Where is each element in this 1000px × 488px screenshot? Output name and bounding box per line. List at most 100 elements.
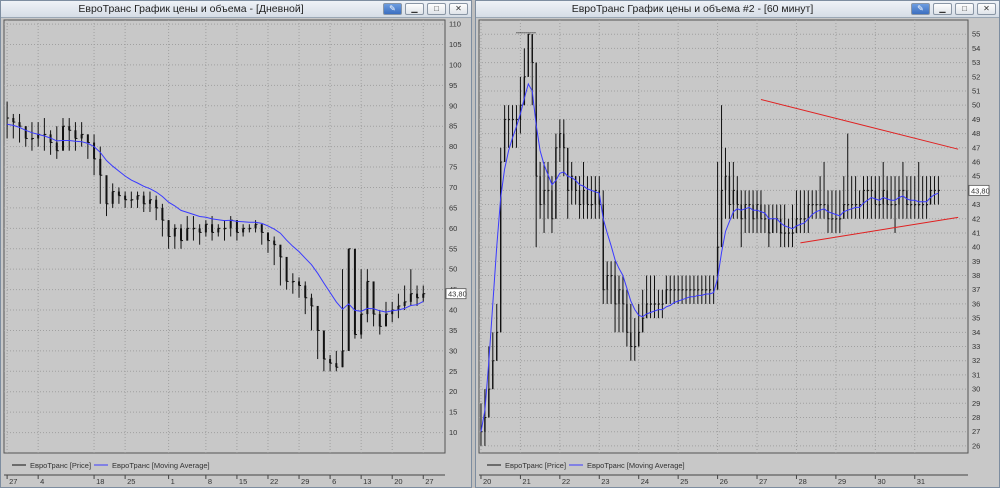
y-tick-label: 75 — [449, 163, 457, 172]
x-tick-label: 24 — [641, 477, 649, 486]
candle-body — [653, 303, 656, 305]
candle-body — [649, 303, 652, 305]
candle-body — [204, 224, 207, 233]
candle-body — [815, 204, 817, 206]
y-tick-label: 15 — [449, 408, 457, 417]
close-icon[interactable]: ✕ — [977, 3, 996, 15]
candle-body — [894, 204, 896, 206]
x-tick-label: 21 — [522, 477, 530, 486]
candle-body — [260, 224, 263, 233]
candle-body — [918, 204, 920, 206]
candle-body — [68, 126, 71, 131]
minimize-icon[interactable]: ▁ — [933, 3, 952, 15]
candle-body — [831, 218, 833, 220]
x-month-label: Jun — [177, 486, 189, 487]
candle-body — [422, 293, 425, 298]
candle-body — [254, 224, 257, 229]
candle-body — [223, 228, 226, 230]
candle-body — [285, 256, 288, 282]
legend-price-label: ЕвроТранс [Price] — [505, 461, 566, 470]
candle-body — [610, 275, 612, 277]
y-tick-label: 51 — [972, 86, 980, 95]
y-tick-label: 70 — [449, 183, 457, 192]
y-tick-label: 65 — [449, 203, 457, 212]
candle-body — [43, 134, 46, 136]
candle-body — [874, 190, 877, 205]
candle-body — [803, 218, 806, 220]
candle-body — [416, 293, 419, 298]
minimize-icon[interactable]: ▁ — [405, 3, 424, 15]
last-price-label: 43,80 — [448, 290, 467, 299]
legend-price-label: ЕвроТранс [Price] — [30, 461, 91, 470]
candle-body — [161, 207, 164, 221]
candle-body — [677, 289, 679, 291]
daily-chart-window: ЕвроТранс График цены и объема - [Дневно… — [0, 0, 472, 488]
candle-body — [937, 190, 940, 192]
candle-body — [701, 289, 703, 291]
x-tick-label: 20 — [483, 477, 491, 486]
close-icon[interactable]: ✕ — [449, 3, 468, 15]
candle-body — [488, 389, 490, 418]
y-tick-label: 48 — [972, 129, 980, 138]
candle-body — [547, 190, 549, 192]
candle-body — [641, 318, 644, 333]
maximize-icon[interactable]: □ — [427, 3, 446, 15]
candle-body — [93, 142, 96, 159]
y-tick-label: 49 — [972, 115, 980, 124]
x-tick-label: 22 — [562, 477, 570, 486]
pin-icon[interactable]: ✎ — [383, 3, 402, 15]
candle-body — [503, 119, 506, 162]
candle-body — [180, 228, 183, 241]
y-tick-label: 43 — [972, 200, 980, 209]
candle-body — [925, 204, 928, 206]
candle-body — [708, 289, 711, 291]
candle-body — [80, 134, 83, 139]
y-tick-label: 55 — [449, 244, 457, 253]
candle-body — [582, 190, 585, 205]
y-tick-label: 33 — [972, 342, 980, 351]
candle-body — [807, 204, 809, 219]
candle-body — [847, 204, 849, 206]
candle-body — [720, 190, 723, 248]
y-tick-label: 40 — [972, 243, 980, 252]
y-tick-label: 46 — [972, 157, 980, 166]
y-tick-label: 54 — [972, 44, 980, 53]
candle-body — [886, 190, 888, 205]
candle-body — [665, 289, 668, 304]
pin-icon[interactable]: ✎ — [911, 3, 930, 15]
x-tick-label: 27 — [425, 477, 433, 486]
candle-body — [329, 359, 332, 364]
x-tick-label: 27 — [759, 477, 767, 486]
candle-body — [30, 138, 33, 140]
x-tick-label: 23 — [601, 477, 609, 486]
maximize-icon[interactable]: □ — [955, 3, 974, 15]
x-tick-label: 4 — [40, 477, 44, 486]
candle-body — [902, 190, 904, 192]
candle-body — [744, 204, 746, 219]
candle-body — [689, 289, 691, 291]
candle-body — [740, 204, 742, 219]
y-tick-label: 95 — [449, 81, 457, 90]
candle-body — [772, 218, 774, 233]
candle-body — [273, 240, 276, 245]
candle-body — [878, 204, 880, 206]
y-tick-label: 60 — [449, 224, 457, 233]
candle-body — [555, 147, 557, 219]
y-tick-label: 27 — [972, 427, 980, 436]
candle-body — [18, 122, 21, 127]
x-month-label: Jul — [307, 486, 317, 487]
legend-ma-label: ЕвроТранс [Moving Average] — [587, 461, 685, 470]
hourly-chart-window: ЕвроТранс График цены и объема #2 - [60 … — [475, 0, 1000, 488]
legend-ma-label: ЕвроТранс [Moving Average] — [112, 461, 210, 470]
candle-body — [819, 204, 821, 206]
candle-body — [858, 204, 861, 206]
candle-body — [507, 119, 510, 121]
candle-body — [850, 204, 853, 206]
candle-body — [906, 190, 908, 205]
candle-body — [791, 232, 794, 234]
candle-body — [669, 289, 671, 291]
y-tick-label: 26 — [972, 441, 980, 450]
y-tick-label: 47 — [972, 143, 980, 152]
candle-body — [192, 228, 195, 230]
window-title: ЕвроТранс График цены и объема #2 - [60 … — [571, 3, 814, 15]
